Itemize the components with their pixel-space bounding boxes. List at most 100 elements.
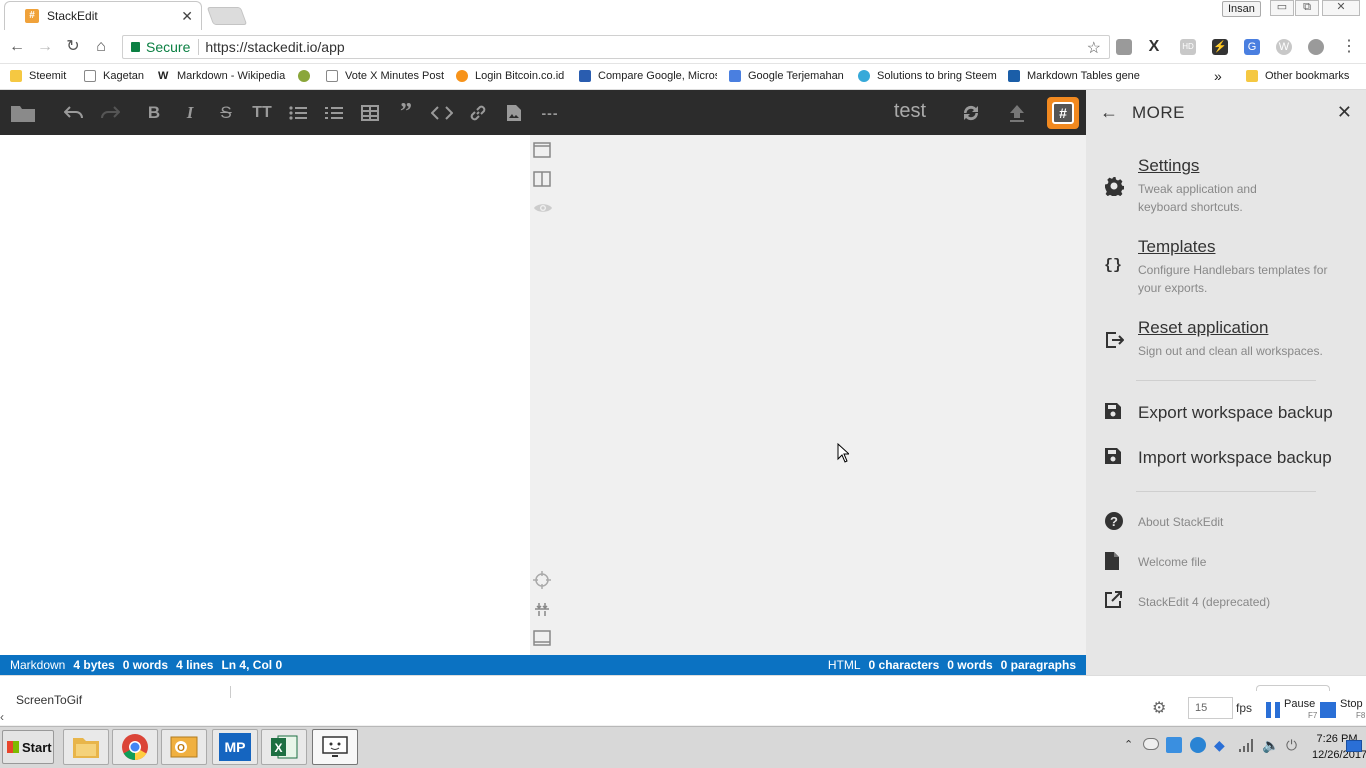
power-icon[interactable]: ⏻: [1286, 737, 1297, 754]
bolt-extension-icon[interactable]: ⚡: [1212, 39, 1228, 55]
bookmark-item[interactable]: Compare Google, Micros: [579, 64, 717, 88]
bookmark-item[interactable]: W Markdown - Wikipedia: [158, 64, 290, 88]
numbered-list-icon[interactable]: [316, 90, 352, 135]
upload-tray-icon[interactable]: [1190, 737, 1206, 753]
x-extension-icon[interactable]: X: [1146, 39, 1162, 55]
horizontal-rule-icon[interactable]: ---: [532, 90, 568, 135]
reload-icon[interactable]: ↻: [64, 38, 82, 56]
forward-icon[interactable]: →: [36, 38, 54, 56]
minimize-button[interactable]: ▭: [1270, 0, 1294, 16]
tray-expand-icon[interactable]: ⌃: [1124, 738, 1133, 751]
bookmark-item[interactable]: Steemit: [10, 64, 80, 88]
table-icon[interactable]: [352, 90, 388, 135]
chrome-taskbar-icon[interactable]: [112, 729, 158, 765]
bookmark-item[interactable]: Kagetan: [84, 64, 154, 88]
network-share-tray-icon[interactable]: [1166, 737, 1182, 753]
home-icon[interactable]: ⌂: [92, 38, 110, 56]
bold-icon[interactable]: B: [136, 90, 172, 135]
secure-label: Secure: [146, 39, 191, 55]
profile-badge[interactable]: Insan: [1222, 1, 1261, 17]
menu-item-stackedit4[interactable]: StackEdit 4 (deprecated): [1104, 591, 1354, 613]
quote-icon[interactable]: ”: [388, 90, 424, 135]
browser-menu-icon[interactable]: ⋮: [1340, 38, 1358, 56]
bookmark-item[interactable]: Vote X Minutes Post: [326, 64, 448, 88]
scroll-sync-icon[interactable]: [533, 571, 553, 591]
settings-description: Tweak application and keyboard shortcuts…: [1138, 182, 1257, 214]
menu-item-welcome-file[interactable]: Welcome file: [1104, 551, 1354, 573]
toggle-statusbar-icon[interactable]: [533, 629, 553, 649]
start-button[interactable]: Start: [2, 730, 54, 764]
back-icon[interactable]: ←: [8, 38, 26, 56]
page-icon: [84, 70, 96, 82]
excel-taskbar-icon[interactable]: X: [261, 729, 307, 765]
panel-back-icon[interactable]: ←: [1100, 102, 1118, 123]
italic-icon[interactable]: I: [172, 90, 208, 135]
bookmark-item[interactable]: Login Bitcoin.co.id: [456, 64, 570, 88]
bullet-list-icon[interactable]: [280, 90, 316, 135]
cloud-tray-icon[interactable]: [1143, 738, 1159, 750]
restore-button[interactable]: ⧉: [1295, 0, 1319, 16]
markdown-editor[interactable]: [0, 135, 530, 655]
pause-label: Pause: [1284, 698, 1316, 710]
folder-icon[interactable]: [4, 90, 42, 135]
screentogif-settings-icon[interactable]: ⚙: [1152, 698, 1166, 718]
stop-button[interactable]: Stop F8: [1320, 699, 1365, 721]
wordpress-extension-icon[interactable]: W: [1276, 39, 1292, 55]
hd-extension-icon[interactable]: HD: [1180, 39, 1196, 55]
fps-input[interactable]: 15: [1188, 697, 1233, 719]
redo-icon[interactable]: [92, 90, 128, 135]
network-signal-icon[interactable]: [1238, 737, 1256, 753]
code-icon[interactable]: [424, 90, 460, 135]
pause-button[interactable]: Pause F7: [1266, 699, 1317, 721]
address-bar[interactable]: Secure https://stackedit.io/app ☆: [122, 35, 1110, 59]
menu-item-reset-application[interactable]: Reset application Sign out and clean all…: [1104, 318, 1354, 360]
close-window-button[interactable]: ✕: [1322, 0, 1360, 16]
panel-close-icon[interactable]: ✕: [1337, 102, 1352, 123]
stop-hotkey: F8: [1356, 711, 1366, 720]
toggle-toolbar-icon[interactable]: [533, 600, 553, 620]
page-icon: [326, 70, 338, 82]
volume-icon[interactable]: 🔈: [1262, 737, 1279, 754]
screentogif-resize-icon[interactable]: ‹: [0, 710, 4, 724]
menu-item-about[interactable]: ? About StackEdit: [1104, 511, 1354, 533]
image-icon[interactable]: [496, 90, 532, 135]
link-icon[interactable]: [460, 90, 496, 135]
bookmark-item[interactable]: [298, 64, 318, 88]
sync-icon[interactable]: [953, 90, 989, 135]
strikethrough-icon[interactable]: S: [208, 90, 244, 135]
publish-icon[interactable]: [999, 90, 1035, 135]
extension-icon[interactable]: [1308, 39, 1324, 55]
other-bookmarks[interactable]: Other bookmarks: [1246, 64, 1362, 88]
mp-taskbar-icon[interactable]: MP: [212, 729, 258, 765]
screentogif-taskbar-icon[interactable]: [312, 729, 358, 765]
document-title[interactable]: test: [880, 100, 940, 123]
menu-item-import-backup[interactable]: Import workspace backup: [1104, 447, 1354, 469]
menu-item-settings[interactable]: Settings Tweak application and keyboard …: [1104, 156, 1354, 216]
welcome-file-label: Welcome file: [1138, 555, 1207, 569]
drive-extension-icon[interactable]: [1116, 39, 1132, 55]
file-explorer-taskbar-icon[interactable]: [63, 729, 109, 765]
preview-eye-icon[interactable]: [533, 199, 553, 219]
bookmark-star-icon[interactable]: ☆: [1087, 38, 1101, 58]
heading-icon[interactable]: TT: [244, 90, 280, 135]
toggle-side-preview-icon[interactable]: [533, 170, 553, 190]
svg-text:?: ?: [1110, 514, 1118, 529]
menu-item-export-backup[interactable]: Export workspace backup: [1104, 402, 1354, 424]
status-cursor: Ln 4, Col 0: [221, 658, 283, 672]
dropbox-tray-icon[interactable]: ◆: [1214, 737, 1230, 753]
browser-tab[interactable]: # StackEdit ✕: [4, 1, 202, 30]
stackedit-menu-button[interactable]: #: [1047, 97, 1079, 129]
screentogif-divider: [230, 686, 231, 698]
bookmark-item[interactable]: Google Terjemahan: [729, 64, 849, 88]
new-tab-button[interactable]: [206, 7, 248, 25]
outlook-taskbar-icon[interactable]: O: [161, 729, 207, 765]
show-desktop-button[interactable]: [1346, 740, 1362, 752]
toggle-navbar-icon[interactable]: [533, 141, 553, 161]
bookmark-item[interactable]: Solutions to bring Steem: [858, 64, 998, 88]
bookmark-item[interactable]: Markdown Tables gene: [1008, 64, 1144, 88]
menu-item-templates[interactable]: {} Templates Configure Handlebars templa…: [1104, 237, 1354, 297]
bookmarks-overflow-icon[interactable]: »: [1214, 64, 1228, 88]
undo-icon[interactable]: [56, 90, 92, 135]
tab-close-icon[interactable]: ✕: [181, 8, 193, 25]
translate-extension-icon[interactable]: G: [1244, 39, 1260, 55]
